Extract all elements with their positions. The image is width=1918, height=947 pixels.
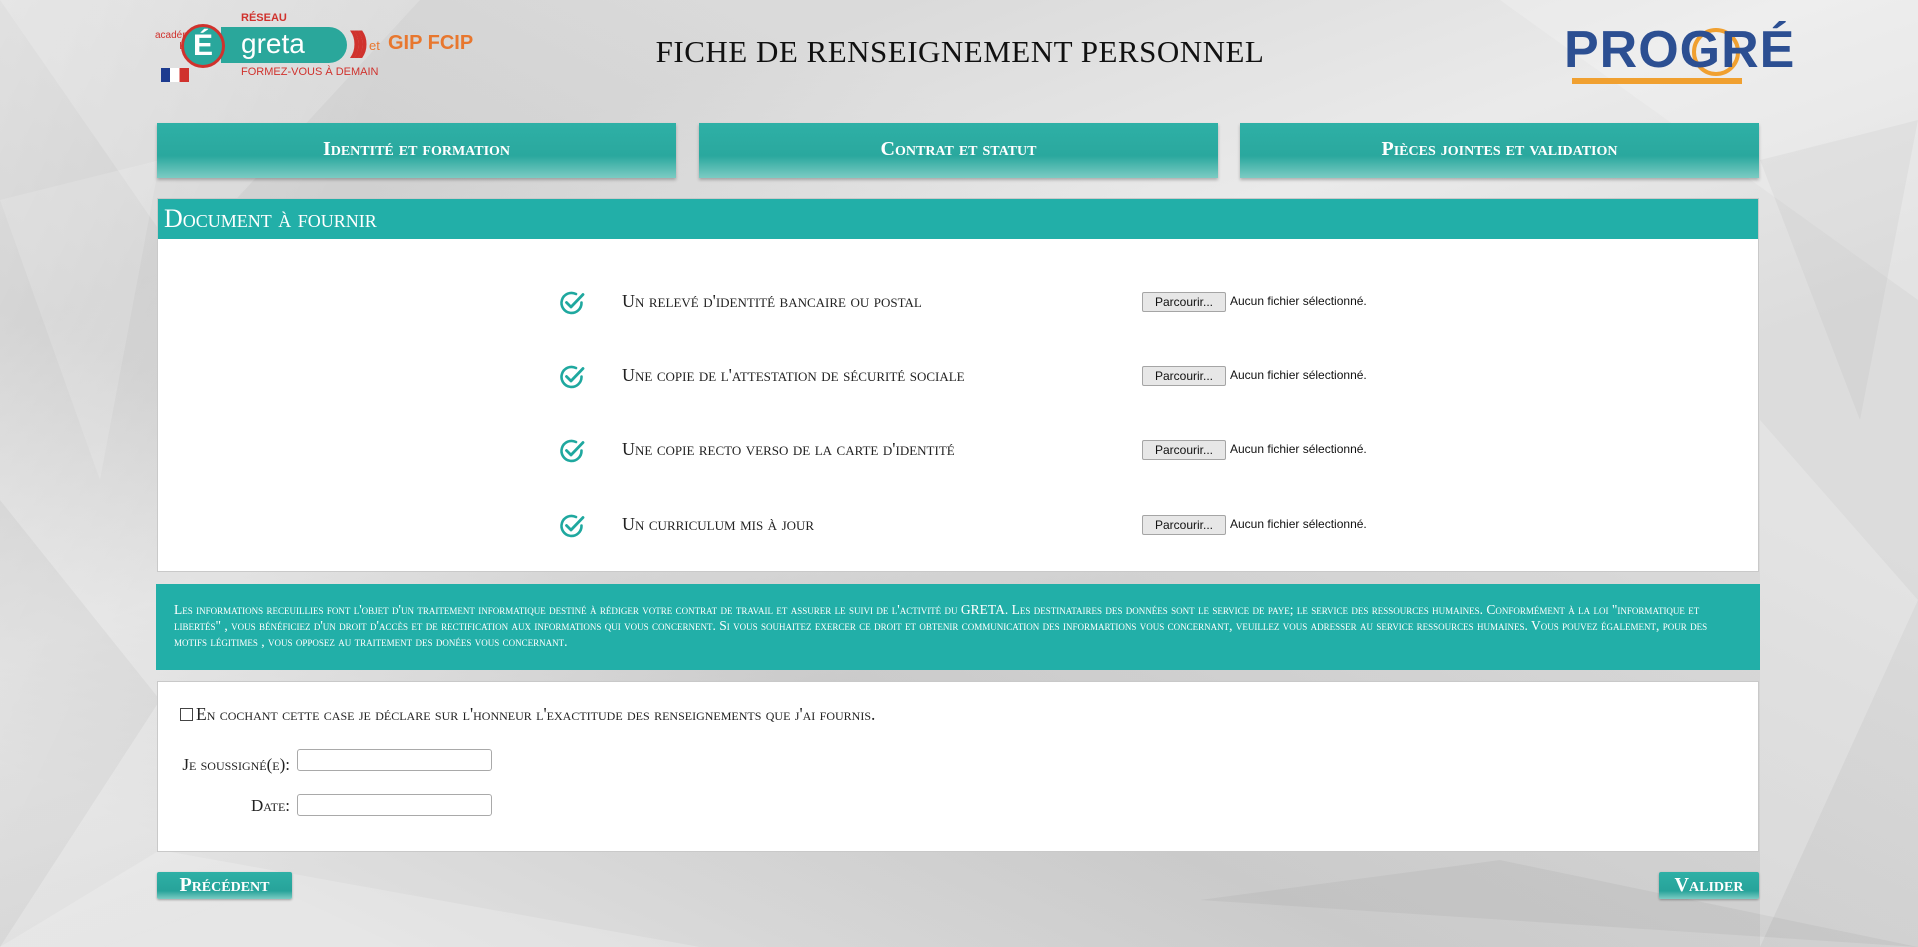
date-label: Date:: [251, 796, 290, 815]
progre-logo: PROGRÉ: [1562, 14, 1794, 90]
logo-et: et: [369, 38, 380, 53]
document-row-rib: Un relevé d'identité bancaire ou postal …: [158, 283, 1758, 323]
page-title: FICHE DE RENSEIGNEMENT PERSONNEL: [655, 34, 1265, 69]
browse-button[interactable]: Parcourir...: [1142, 366, 1226, 386]
file-status: Aucun fichier sélectionné.: [1230, 517, 1367, 531]
check-circle-icon: [560, 514, 585, 538]
file-status: Aucun fichier sélectionné.: [1230, 442, 1367, 456]
greta-wordmark: greta: [221, 27, 347, 63]
honour-checkbox[interactable]: [180, 708, 193, 721]
honour-checkbox-label: En cochant cette case je déclare sur l'h…: [196, 704, 876, 724]
logo-tagline: FORMEZ-VOUS À DEMAIN: [241, 66, 379, 78]
browse-button[interactable]: Parcourir...: [1142, 440, 1226, 460]
date-input[interactable]: [297, 794, 492, 816]
declaration-panel: En cochant cette case je déclare sur l'h…: [157, 681, 1759, 852]
reseau-label: RÉSEAU: [241, 12, 287, 24]
previous-button[interactable]: Précédent: [157, 872, 292, 899]
document-row-securite-sociale: Une copie de l'attestation de sécurité s…: [158, 357, 1758, 397]
page-header: académie Lille RÉSEAU greta É ))) et GIP…: [0, 0, 1918, 110]
documents-heading: Document à fournir: [158, 199, 1758, 239]
document-label: Une copie de l'attestation de sécurité s…: [622, 365, 965, 385]
browse-button[interactable]: Parcourir...: [1142, 292, 1226, 312]
documents-panel: Document à fournir Un relevé d'identité …: [157, 198, 1759, 572]
progre-wordmark: PROGRÉ: [1564, 21, 1796, 79]
file-status: Aucun fichier sélectionné.: [1230, 368, 1367, 382]
republique-flag-icon: [161, 68, 189, 82]
gip-fcip-label: GIP FCIP: [388, 32, 474, 54]
signed-name-input[interactable]: [297, 749, 492, 771]
tab-pieces-jointes-validation[interactable]: Pièces jointes et validation: [1240, 123, 1759, 178]
privacy-notice: Les informations receuillies font l'obje…: [156, 584, 1760, 670]
document-label: Un curriculum mis à jour: [622, 514, 815, 534]
check-circle-icon: [560, 365, 585, 389]
validate-button[interactable]: Valider: [1659, 872, 1759, 899]
tab-contrat-statut[interactable]: Contrat et statut: [699, 123, 1218, 178]
document-row-cv: Un curriculum mis à jour Parcourir... Au…: [158, 506, 1758, 546]
greta-logo: académie Lille RÉSEAU greta É ))) et GIP…: [155, 10, 490, 90]
honour-declaration-row: En cochant cette case je déclare sur l'h…: [180, 704, 875, 725]
tab-identite-formation[interactable]: Identité et formation: [157, 123, 676, 178]
e-letter-mark: É: [181, 24, 225, 68]
document-row-carte-identite: Une copie recto verso de la carte d'iden…: [158, 431, 1758, 471]
document-label: Une copie recto verso de la carte d'iden…: [622, 439, 955, 459]
browse-button[interactable]: Parcourir...: [1142, 515, 1226, 535]
document-label: Un relevé d'identité bancaire ou postal: [622, 291, 922, 311]
waves-mark: ))): [350, 26, 368, 59]
check-circle-icon: [560, 291, 585, 315]
signed-label: Je soussigné(e):: [182, 755, 290, 774]
check-circle-icon: [560, 439, 585, 463]
file-status: Aucun fichier sélectionné.: [1230, 294, 1367, 308]
